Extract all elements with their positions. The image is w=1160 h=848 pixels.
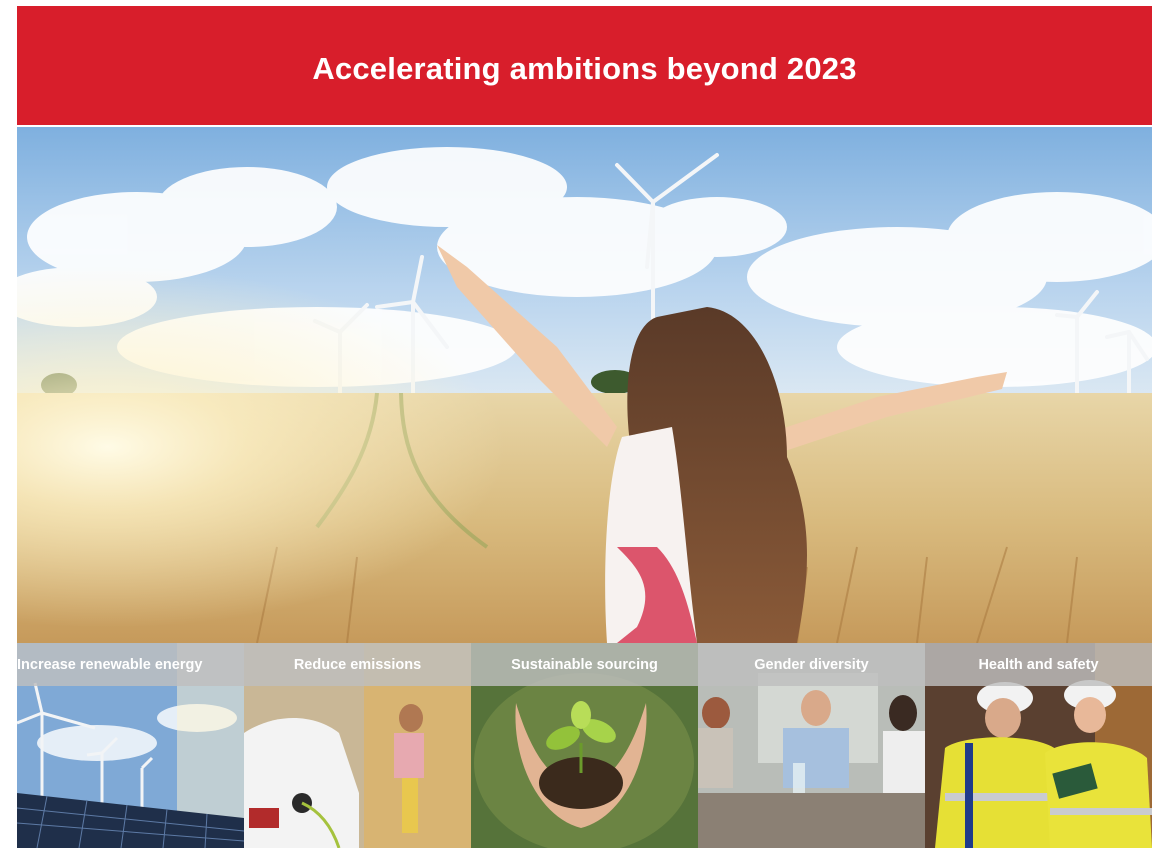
tile-label: Reduce emissions xyxy=(244,643,471,686)
tile-label: Sustainable sourcing xyxy=(471,643,698,686)
title-banner: Accelerating ambitions beyond 2023 xyxy=(17,6,1152,125)
tile-label: Gender diversity xyxy=(698,643,925,686)
tile-gender-diversity: Gender diversity xyxy=(698,643,925,848)
slide-title: Accelerating ambitions beyond 2023 xyxy=(312,50,857,86)
initiative-tiles: Increase renewable energy Reduce emissio… xyxy=(17,643,1152,848)
tile-sustainable-sourcing: Sustainable sourcing xyxy=(471,643,698,848)
tile-label: Increase renewable energy xyxy=(17,643,244,686)
tile-increase-renewable-energy: Increase renewable energy xyxy=(17,643,244,848)
hero-girl-wheat-field-illustration xyxy=(17,127,1152,643)
tile-reduce-emissions: Reduce emissions xyxy=(244,643,471,848)
hero-image xyxy=(17,127,1152,643)
tile-label: Health and safety xyxy=(925,643,1152,686)
tile-health-and-safety: Health and safety xyxy=(925,643,1152,848)
slide: Accelerating ambitions beyond 2023 Incre… xyxy=(0,0,1160,848)
